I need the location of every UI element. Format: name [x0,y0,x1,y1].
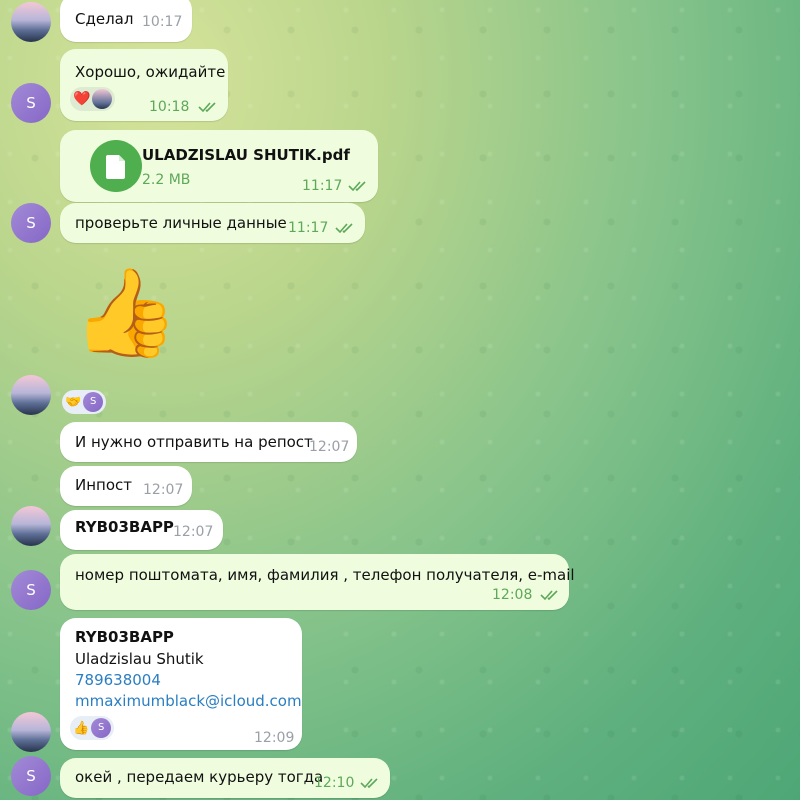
avatar-letter: S [26,94,36,112]
file-size: 2.2 MB [142,172,191,188]
message-bubble[interactable]: Хорошо, ожидайте ❤️ 10:18 [60,49,228,121]
avatar-letter: S [26,214,36,232]
message-bubble[interactable]: RYB03BAPP Uladzislau Shutik 789638004 mm… [60,618,302,750]
thumbs-up-sticker[interactable]: 👍 [72,258,182,370]
message-bubble[interactable]: Инпост 12:07 [60,466,192,506]
avatar-letter: S [90,396,97,407]
message-bubble[interactable]: И нужно отправить на репост 12:07 [60,422,357,462]
message-time: 12:09 [254,730,295,746]
message-time: 10:17 [142,14,183,30]
reactor-avatar: S [91,718,112,738]
avatar[interactable]: S [11,570,51,610]
avatar-letter: S [98,722,105,733]
heart-reaction-icon: ❤️ [73,91,91,107]
message-time: 11:17 [302,178,343,194]
double-check-icon [335,223,353,234]
double-check-icon [198,102,216,113]
message-bubble[interactable]: RYB03BAPP 12:07 [60,510,223,550]
file-name: ULADZISLAU SHUTIK.pdf [142,146,350,164]
message-time: 12:08 [492,587,533,603]
file-message[interactable]: ULADZISLAU SHUTIK.pdf 2.2 MB 11:17 [60,130,378,202]
message-time: 11:17 [288,220,329,236]
message-time: 10:18 [149,99,190,115]
message-text: окей , передаем курьеру тогда [75,768,324,786]
reactions[interactable]: 🤝 S [62,390,107,414]
double-check-icon [348,181,366,192]
avatar[interactable] [11,712,51,752]
avatar[interactable] [11,2,51,42]
message-time: 12:10 [314,775,355,791]
message-bubble[interactable]: проверьте личные данные 11:17 [60,203,365,243]
phone-link[interactable]: 789638004 [75,671,161,689]
message-time: 12:07 [309,439,350,455]
avatar[interactable]: S [11,83,51,123]
document-icon[interactable] [90,140,142,192]
message-name-line: Uladzislau Shutik [75,650,204,668]
double-check-icon [540,590,558,601]
reactor-avatar: S [83,392,104,412]
avatar[interactable]: S [11,756,51,796]
message-text: номер поштомата, имя, фамилия , телефон … [75,566,575,584]
avatar-letter: S [26,581,36,599]
avatar-letter: S [26,767,36,785]
message-text: RYB03BAPP [75,518,174,536]
avatar[interactable]: S [11,203,51,243]
handshake-reaction-icon: 🤝 [65,394,82,410]
message-time: 12:07 [173,524,214,540]
message-text: Сделал [75,10,134,28]
reactions[interactable]: 👍 S [70,716,115,740]
message-text: проверьте личные данные [75,214,287,232]
avatar[interactable] [11,506,51,546]
email-link[interactable]: mmaximumblack@icloud.com [75,692,302,710]
reactions[interactable]: ❤️ [70,87,116,111]
message-bubble[interactable]: Сделал 10:17 [60,0,192,42]
message-bubble[interactable]: номер поштомата, имя, фамилия , телефон … [60,554,575,610]
message-bubble[interactable]: окей , передаем курьеру тогда 12:10 [60,758,390,798]
reactor-avatar [92,89,113,109]
message-time: 12:07 [143,482,184,498]
message-text: Хорошо, ожидайте [75,63,226,81]
avatar[interactable] [11,375,51,415]
thumbs-up-icon: 👍 [72,263,180,363]
message-sender-line: RYB03BAPP [75,628,174,646]
thumbs-up-reaction-icon: 👍 [73,720,90,736]
message-text: Инпост [75,476,132,494]
double-check-icon [360,778,378,789]
message-text: И нужно отправить на репост [75,433,313,451]
